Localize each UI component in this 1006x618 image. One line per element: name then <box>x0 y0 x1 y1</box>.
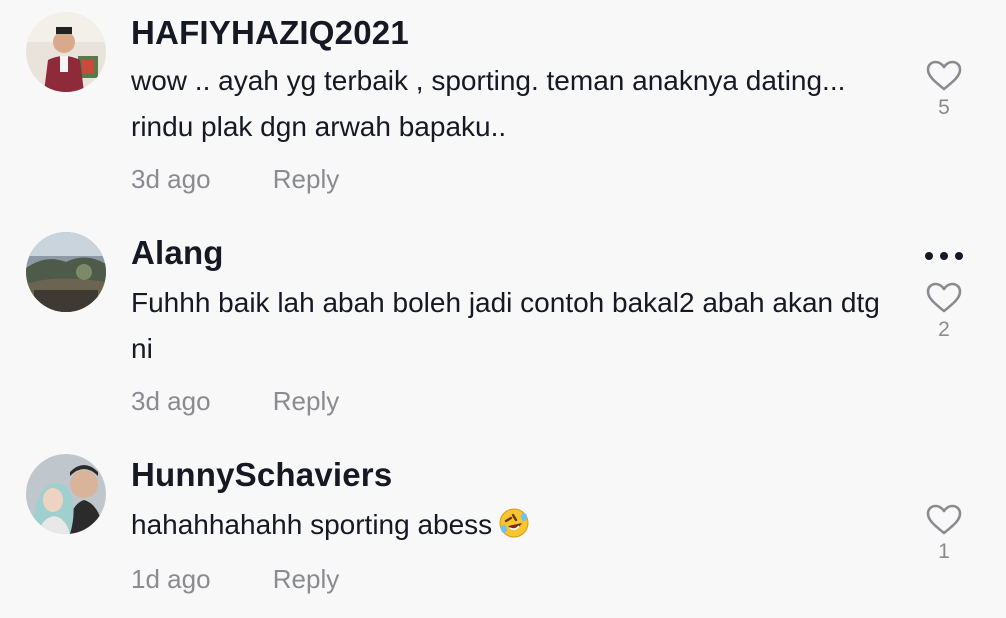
like-count: 1 <box>938 540 950 563</box>
like-count: 2 <box>938 318 950 341</box>
comment-text: wow .. ayah yg terbaik , sporting. teman… <box>131 65 846 142</box>
avatar[interactable] <box>26 232 106 312</box>
comment-meta: 3d ago Reply <box>131 164 339 195</box>
avatar[interactable] <box>26 454 106 534</box>
heart-outline-icon <box>926 60 962 91</box>
comment-text: Fuhhh baik lah abah boleh jadi contoh ba… <box>131 287 880 364</box>
like-count: 5 <box>938 96 950 119</box>
username[interactable]: HAFIYHAZIQ2021 <box>131 14 409 52</box>
rolling-on-floor-laughing-emoji-icon <box>498 507 530 539</box>
comment-meta: 1d ago Reply <box>131 564 339 595</box>
comment-time: 3d ago <box>131 164 211 194</box>
like-button[interactable]: 5 <box>922 60 966 120</box>
comment-text: hahahhahahh sporting abess <box>131 502 891 548</box>
heart-outline-icon <box>926 282 962 313</box>
username[interactable]: Alang <box>131 234 224 272</box>
username[interactable]: HunnySchaviers <box>131 456 392 494</box>
comment-text-content: hahahhahahh sporting abess <box>131 509 493 540</box>
like-button[interactable]: 2 <box>922 282 966 342</box>
heart-outline-icon <box>926 504 962 535</box>
avatar[interactable] <box>26 12 106 92</box>
comment-time: 1d ago <box>131 564 211 594</box>
like-button[interactable]: 1 <box>922 504 966 564</box>
more-options-button[interactable] <box>922 246 966 266</box>
more-horizontal-icon <box>925 252 963 260</box>
reply-button[interactable]: Reply <box>273 564 339 595</box>
reply-button[interactable]: Reply <box>273 164 339 195</box>
reply-button[interactable]: Reply <box>273 386 339 417</box>
comment-time: 3d ago <box>131 386 211 416</box>
comment-meta: 3d ago Reply <box>131 386 339 417</box>
